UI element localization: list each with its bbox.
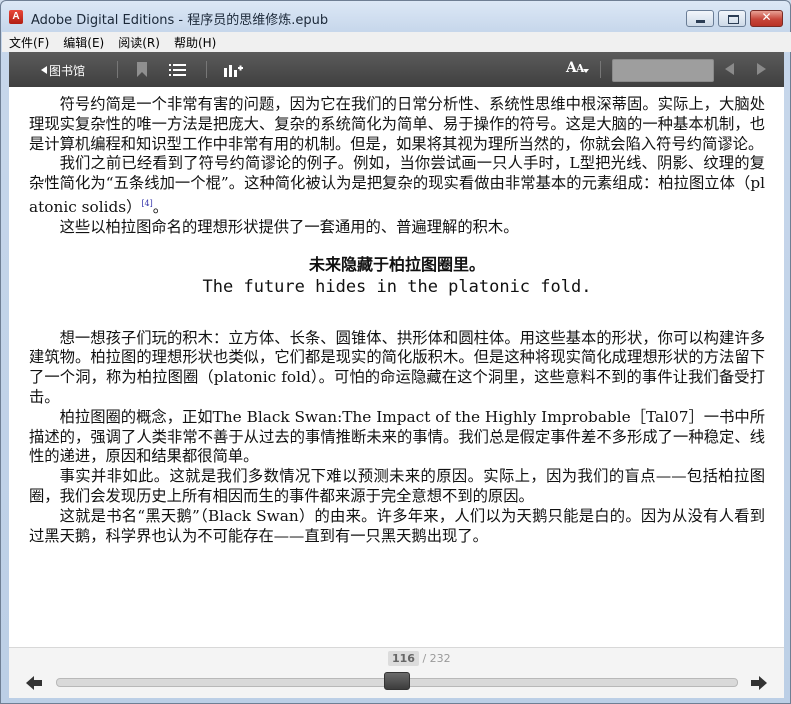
menu-edit[interactable]: 编辑(E) [56,32,111,52]
library-button[interactable]: 图书馆 [41,62,85,78]
prev-page-arrow-icon[interactable] [25,674,43,692]
heading-english: The future hides in the platonic fold. [202,276,592,297]
paragraph-text: 。 [152,198,169,217]
toc-list-icon[interactable] [169,64,186,76]
reading-pane[interactable]: 符号约简是一个非常有害的问题，因为它在我们的日常分析性、系统性思维中根深蒂固。实… [9,87,784,647]
prev-arrow-icon[interactable] [725,63,734,75]
paragraph: 这就是书名“黑天鹅”（Black Swan）的由来。许多年来，人们以为天鹅只能是… [29,506,765,545]
chevron-down-icon[interactable] [583,69,589,73]
total-pages: 232 [429,652,451,665]
menu-help[interactable]: 帮助(H) [167,32,223,52]
maximize-button[interactable] [718,10,746,27]
stats-icon[interactable] [224,62,243,77]
toolbar-divider [206,61,207,78]
toolbar-divider [600,61,601,78]
paragraph: 符号约简是一个非常有害的问题，因为它在我们的日常分析性、系统性思维中根深蒂固。实… [29,95,765,153]
heading-chinese: 未来隐藏于柏拉图圈里。 [308,254,485,274]
font-size-icon[interactable]: AA [566,60,584,76]
paragraph: 柏拉图圈的概念，正如The Black Swan:The Impact of t… [29,407,765,466]
title-bar[interactable]: A Adobe Digital Editions - 程序员的思维修炼.epub… [1,1,790,32]
current-page[interactable]: 116 [388,651,419,666]
window-title: Adobe Digital Editions - 程序员的思维修炼.epub [31,13,329,28]
footnote-link[interactable]: [4] [141,199,152,208]
paragraph-text: 我们之前已经看到了符号约简谬论的例子。例如，当你尝试画一只人手时，L型把光线、阴… [29,154,765,217]
back-arrow-icon [41,66,47,74]
paragraph: 事实并非如此。这就是我们多数情况下难以预测未来的原因。实际上，因为我们的盲点——… [29,467,765,506]
adobe-app-icon: A [9,10,23,24]
page-indicator: 116 / 232 [388,651,451,666]
font-size-glyph-large: A [566,60,577,76]
menu-read[interactable]: 阅读(R) [111,32,167,52]
paragraph: 这些以柏拉图命名的理想形状提供了一套通用的、普遍理解的积木。 [59,217,519,236]
paragraph: 想一想孩子们玩的积木：立方体、长条、圆锥体、拱形体和圆柱体。用这些基本的形状，你… [29,328,765,407]
book-content: 符号约简是一个非常有害的问题，因为它在我们的日常分析性、系统性思维中根深蒂固。实… [29,95,765,546]
page-slider-thumb[interactable] [384,672,410,690]
next-page-arrow-icon[interactable] [750,674,768,692]
section-heading: 未来隐藏于柏拉图圈里。 The future hides in the plat… [29,254,765,298]
close-icon: ✕ [761,10,772,24]
minimize-button[interactable] [686,10,714,27]
maximize-icon [728,15,739,24]
menu-file[interactable]: 文件(F) [2,32,56,52]
close-button[interactable]: ✕ [750,10,783,27]
search-input[interactable] [612,59,714,82]
bookmark-icon[interactable] [137,62,147,77]
minimize-icon [696,20,705,23]
paragraph: 我们之前已经看到了符号约简谬论的例子。例如，当你尝试画一只人手时，L型把光线、阴… [29,154,765,217]
toolbar-divider [117,61,118,78]
library-label: 图书馆 [49,63,86,78]
app-window: A Adobe Digital Editions - 程序员的思维修炼.epub… [0,0,791,704]
next-arrow-icon[interactable] [757,63,766,75]
menu-bar: 文件(F) 编辑(E) 阅读(R) 帮助(H) [2,32,791,52]
reader-toolbar: 图书馆 AA [9,52,784,87]
page-navigation-bar: 116 / 232 [9,647,784,698]
page-separator: / [418,652,430,665]
